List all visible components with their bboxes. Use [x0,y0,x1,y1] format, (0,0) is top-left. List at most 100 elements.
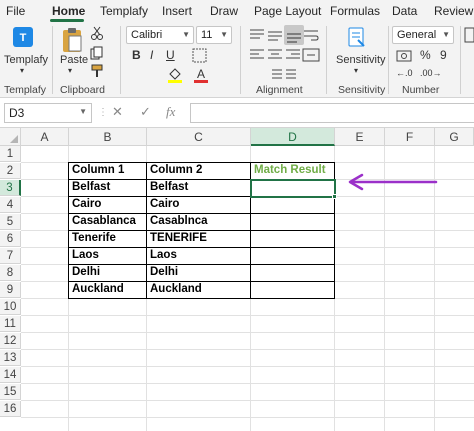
formula-input[interactable] [190,103,474,123]
table-header-cell[interactable]: Match Result [251,163,334,178]
align-bottom-icon [287,33,301,43]
table-cell[interactable]: Laos [147,248,250,263]
increase-decimal-button[interactable]: ←.0 [396,68,413,78]
table-header-cell[interactable]: Column 2 [147,163,250,178]
column-header-d[interactable]: D [251,128,335,146]
row-header-9[interactable]: 9 [0,282,21,298]
sensitivity-button-label[interactable]: Sensitivity [336,54,386,66]
align-top-icon[interactable] [248,26,266,44]
borders-icon[interactable] [192,48,208,64]
font-color-icon[interactable]: A [192,66,210,84]
underline-button[interactable]: U [166,48,175,62]
row-header-8[interactable]: 8 [0,265,21,281]
copy-icon[interactable] [90,46,104,60]
merge-center-icon[interactable] [302,46,320,64]
tab-page-layout[interactable]: Page Layout [254,4,321,18]
bold-button[interactable]: B [132,48,141,62]
row-header-1[interactable]: 1 [0,146,21,162]
row-header-16[interactable]: 16 [0,401,21,417]
tab-templafy[interactable]: Templafy [100,4,148,18]
number-format-dropdown[interactable]: General ▼ [392,26,454,44]
chevron-down-icon[interactable]: ▾ [20,66,24,75]
cut-icon[interactable] [90,26,104,40]
tab-formulas[interactable]: Formulas [330,4,380,18]
align-middle-icon[interactable] [266,26,284,44]
align-center-icon[interactable] [266,46,284,64]
italic-button[interactable]: I [150,48,153,62]
gridline [21,417,474,418]
table-cell[interactable]: Delhi [69,265,146,280]
column-header-g[interactable]: G [435,128,474,146]
chevron-down-icon[interactable]: ▾ [68,66,72,75]
table-cell[interactable]: Tenerife [69,231,146,246]
row-header-6[interactable]: 6 [0,231,21,247]
comma-style-button[interactable]: 9 [440,48,447,62]
row-header-2[interactable]: 2 [0,163,21,179]
table-cell[interactable]: Auckland [69,282,146,297]
tab-home[interactable]: Home [52,4,85,18]
table-cell[interactable]: Laos [69,248,146,263]
currency-icon[interactable] [396,48,414,64]
table-cell[interactable]: Casablnca [147,214,250,229]
column-header-a[interactable]: A [21,128,69,146]
insert-function-icon[interactable]: fx [166,104,175,120]
tab-draw[interactable]: Draw [210,4,238,18]
row-header-15[interactable]: 15 [0,384,21,400]
fill-handle[interactable] [332,194,337,199]
tab-review[interactable]: Review [434,4,473,18]
decrease-decimal-button[interactable]: .00→ [420,68,442,78]
row-header-4[interactable]: 4 [0,197,21,213]
align-left-icon[interactable] [248,46,266,64]
row-header-3[interactable]: 3 [0,180,21,196]
paste-icon[interactable] [60,26,84,54]
tab-data[interactable]: Data [392,4,417,18]
increase-indent-icon[interactable] [284,66,302,82]
column-header-b[interactable]: B [69,128,147,146]
paste-button-label[interactable]: Paste [60,54,88,66]
align-right-icon[interactable] [284,46,302,64]
table-header-cell[interactable]: Column 1 [69,163,146,178]
font-name-dropdown[interactable]: Calibri ▼ [126,26,194,44]
tab-insert[interactable]: Insert [162,4,192,18]
row-header-10[interactable]: 10 [0,299,21,315]
chevron-down-icon: ▼ [220,30,228,39]
row-header-7[interactable]: 7 [0,248,21,264]
chevron-down-icon[interactable]: ▾ [354,66,358,75]
row-header-12[interactable]: 12 [0,333,21,349]
row-header-5[interactable]: 5 [0,214,21,230]
tab-file[interactable]: File [6,4,25,18]
row-header-14[interactable]: 14 [0,367,21,383]
table-cell[interactable]: Casablanca [69,214,146,229]
row-header-13[interactable]: 13 [0,350,21,366]
table-cell[interactable]: Delhi [147,265,250,280]
column-header-e[interactable]: E [335,128,385,146]
table-cell[interactable]: TENERIFE [147,231,250,246]
table-cell[interactable]: Cairo [147,197,250,212]
decrease-indent-icon[interactable] [266,66,284,82]
group-separator [388,26,389,94]
enter-icon[interactable]: ✓ [140,104,151,120]
cancel-icon[interactable]: ✕ [112,104,123,120]
table-cell[interactable]: Belfast [147,180,250,195]
active-cell-d3[interactable] [250,179,336,198]
row-header-11[interactable]: 11 [0,316,21,332]
column-header-c[interactable]: C [147,128,251,146]
table-cell[interactable]: Belfast [69,180,146,195]
group-label-alignment: Alignment [256,84,303,96]
format-painter-icon[interactable] [90,64,104,78]
font-size-dropdown[interactable]: 11 ▼ [196,26,232,44]
table-cell[interactable]: Cairo [69,197,146,212]
templafy-icon[interactable]: T [12,26,34,48]
conditional-formatting-icon[interactable] [464,26,474,44]
select-all-corner[interactable] [0,128,21,146]
table-cell[interactable]: Auckland [147,282,250,297]
wrap-text-icon[interactable] [302,26,320,44]
more-icon: ⋮ [98,107,108,118]
fill-color-icon[interactable] [166,66,184,84]
name-box[interactable]: D3 ▼ [4,103,92,123]
sensitivity-icon[interactable] [346,26,368,50]
group-separator [240,26,241,94]
column-header-f[interactable]: F [385,128,435,146]
percent-button[interactable]: % [420,48,431,62]
templafy-button-label[interactable]: Templafy [4,54,48,66]
